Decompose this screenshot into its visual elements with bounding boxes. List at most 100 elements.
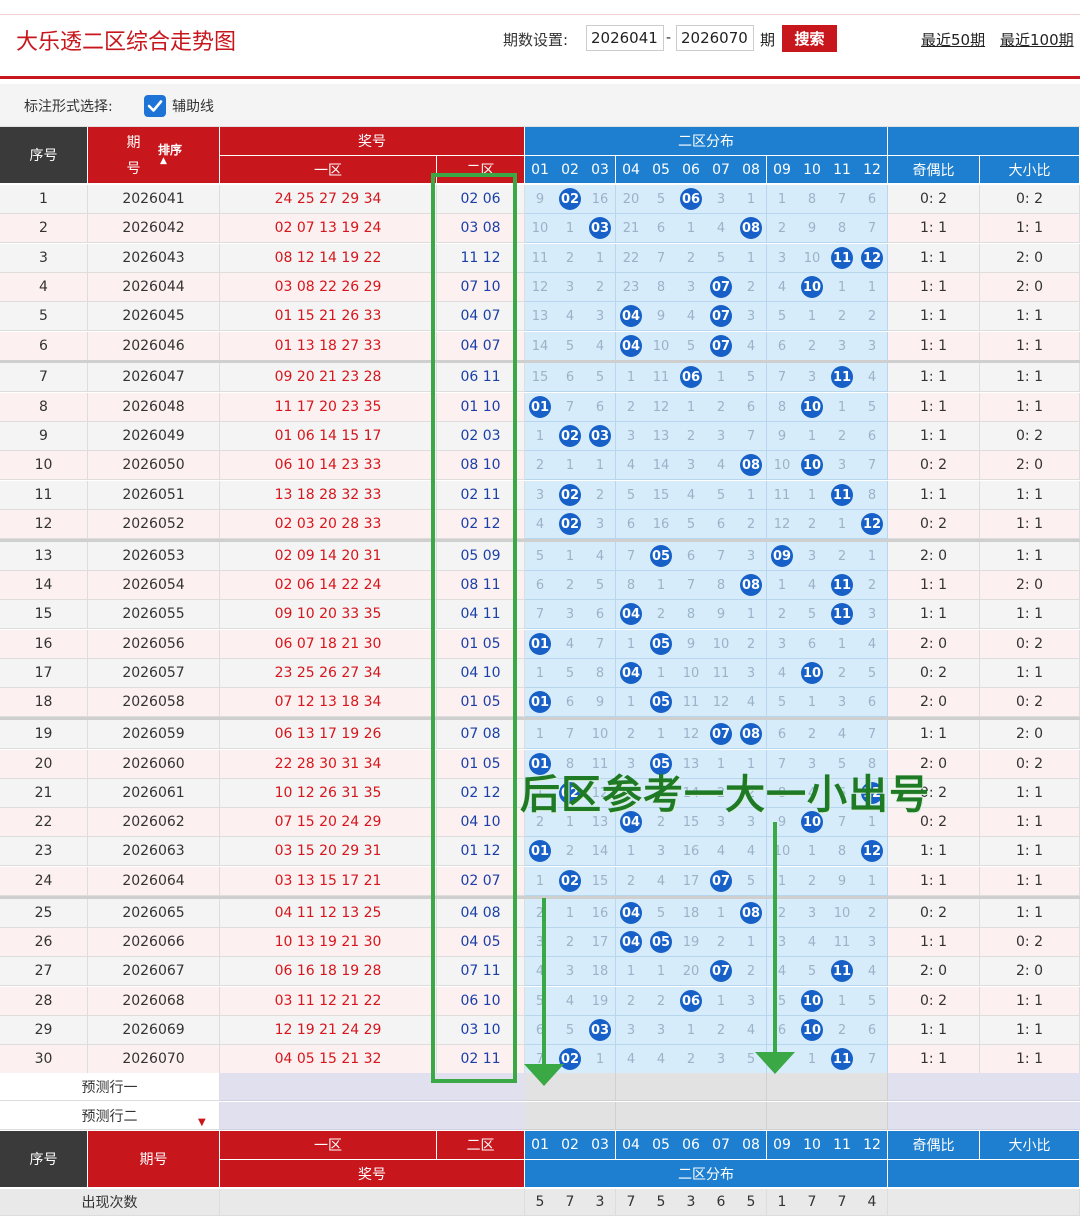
predict-zone-cell[interactable]	[736, 1102, 767, 1130]
zone-ball: 02	[559, 484, 581, 506]
predict-zone-cell[interactable]	[616, 1073, 647, 1101]
zone-ball: 05	[650, 691, 672, 713]
stats-count: 7	[555, 1189, 586, 1216]
header-seq: 序号	[0, 127, 88, 184]
header-period[interactable]: 期号排序 ▲	[88, 127, 220, 184]
zone-miss-value: 2	[837, 548, 847, 564]
predict-zone-cell[interactable]	[767, 1073, 798, 1101]
zone-miss-cell: 6	[767, 720, 798, 749]
zone-miss-value: 3	[777, 934, 787, 950]
zone-miss-cell: 7	[857, 451, 888, 480]
zone-hit-cell: 06	[676, 185, 707, 214]
zone-miss-cell: 2	[676, 422, 707, 451]
row-period: 2026064	[88, 867, 220, 896]
predict-zone-cell[interactable]	[525, 1102, 556, 1130]
row-front-numbers: 02 07 13 19 24	[220, 214, 437, 243]
predict-zone-cell[interactable]	[646, 1102, 677, 1130]
predict-zone-cell[interactable]	[767, 1102, 798, 1130]
zone-ball: 05	[650, 931, 672, 953]
zone-miss-value: 4	[565, 993, 575, 1009]
row-front-numbers: 09 20 21 23 28	[220, 363, 437, 392]
zone-miss-cell: 1	[736, 600, 767, 629]
zone-miss-cell: 13	[525, 302, 556, 331]
predict-zone-cell[interactable]	[797, 1073, 828, 1101]
predict-zone-cell[interactable]	[676, 1102, 707, 1130]
zone-miss-value: 3	[686, 457, 696, 473]
zone-miss-cell: 10	[767, 837, 798, 866]
predict-zone-cell[interactable]	[616, 1102, 647, 1130]
zone-miss-value: 8	[716, 577, 726, 593]
zone-miss-value: 4	[867, 369, 877, 385]
zone-hit-cell: 12	[857, 837, 888, 866]
predict-zone-cell[interactable]	[676, 1073, 707, 1101]
predict-zone-cell[interactable]	[827, 1102, 858, 1130]
zone-miss-cell: 5	[525, 987, 556, 1016]
stats-count: 5	[525, 1189, 556, 1216]
zone-miss-cell: 5	[797, 957, 828, 986]
zone-miss-cell: 6	[555, 688, 586, 717]
zone-miss-value: 6	[626, 516, 636, 532]
predict-zone-cell[interactable]	[706, 1073, 737, 1101]
row-front-numbers: 13 18 28 32 33	[220, 481, 437, 510]
zone-miss-cell: 1	[827, 630, 858, 659]
predict-zone-cell[interactable]	[857, 1073, 888, 1101]
predict-zone-cell[interactable]	[646, 1073, 677, 1101]
row-seq: 13	[0, 542, 88, 571]
zone-miss-cell: 1	[706, 899, 737, 928]
zone-miss-cell: 2	[827, 542, 858, 571]
zone-miss-value: 2	[867, 308, 877, 324]
footer-zone-col: 11	[827, 1131, 858, 1160]
predict-zone-cell[interactable]	[585, 1102, 616, 1130]
zone-miss-value: 5	[777, 308, 787, 324]
predict-zone-cell[interactable]	[797, 1102, 828, 1130]
predict-zone-cell[interactable]	[827, 1073, 858, 1101]
row-front-numbers: 06 13 17 19 26	[220, 720, 437, 749]
zone-miss-value: 3	[746, 548, 756, 564]
row-odd-even: 1: 1	[888, 273, 980, 302]
zone-miss-cell: 4	[857, 630, 888, 659]
zone-miss-cell: 6	[585, 393, 616, 422]
zone-ball: 07	[710, 870, 732, 892]
row-seq: 9	[0, 422, 88, 451]
zone-miss-value: 6	[867, 1022, 877, 1038]
zone-miss-cell: 6	[525, 1016, 556, 1045]
header-zone-col: 09	[767, 156, 798, 184]
zone-miss-value: 10	[591, 726, 609, 742]
zone-miss-value: 4	[686, 487, 696, 503]
zone-hit-cell: 07	[706, 867, 737, 896]
zone-miss-cell: 2	[646, 987, 677, 1016]
zone-miss-cell: 3	[585, 302, 616, 331]
zone-miss-value: 1	[686, 1022, 696, 1038]
zone-miss-value: 4	[595, 548, 605, 564]
predict-zone-cell[interactable]	[585, 1073, 616, 1101]
zone-miss-value: 4	[746, 338, 756, 354]
zone-hit-cell: 07	[706, 720, 737, 749]
row-seq: 4	[0, 273, 88, 302]
zone-miss-cell: 5	[646, 185, 677, 214]
predict-zone-cell[interactable]	[857, 1102, 888, 1130]
header-zone-col: 07	[706, 156, 737, 184]
predict-zone-cell[interactable]	[736, 1073, 767, 1101]
row-period: 2026042	[88, 214, 220, 243]
zone-hit-cell: 10	[797, 451, 828, 480]
predict-row-2[interactable]: 预测行二	[0, 1102, 220, 1130]
zone-miss-value: 4	[595, 338, 605, 354]
zone-ball: 11	[831, 960, 853, 982]
zone-miss-value: 2	[837, 308, 847, 324]
zone-miss-cell: 7	[857, 720, 888, 749]
zone-miss-cell: 4	[767, 957, 798, 986]
predict-front-area[interactable]	[220, 1102, 525, 1130]
predict-row-1[interactable]: 预测行一	[0, 1073, 220, 1101]
zone-ball: 08	[740, 723, 762, 745]
zone-miss-cell: 10	[676, 659, 707, 688]
zone-miss-cell: 1	[525, 422, 556, 451]
row-front-numbers: 03 13 15 17 21	[220, 867, 437, 896]
zone-miss-value: 1	[746, 934, 756, 950]
predict-zone-cell[interactable]	[706, 1102, 737, 1130]
row-front-numbers: 07 15 20 24 29	[220, 808, 437, 837]
zone-miss-cell: 10	[827, 899, 858, 928]
predict-zone-cell[interactable]	[555, 1102, 586, 1130]
zone-hit-cell: 03	[585, 214, 616, 243]
zone-miss-cell: 8	[585, 659, 616, 688]
zone-miss-cell: 4	[797, 571, 828, 600]
